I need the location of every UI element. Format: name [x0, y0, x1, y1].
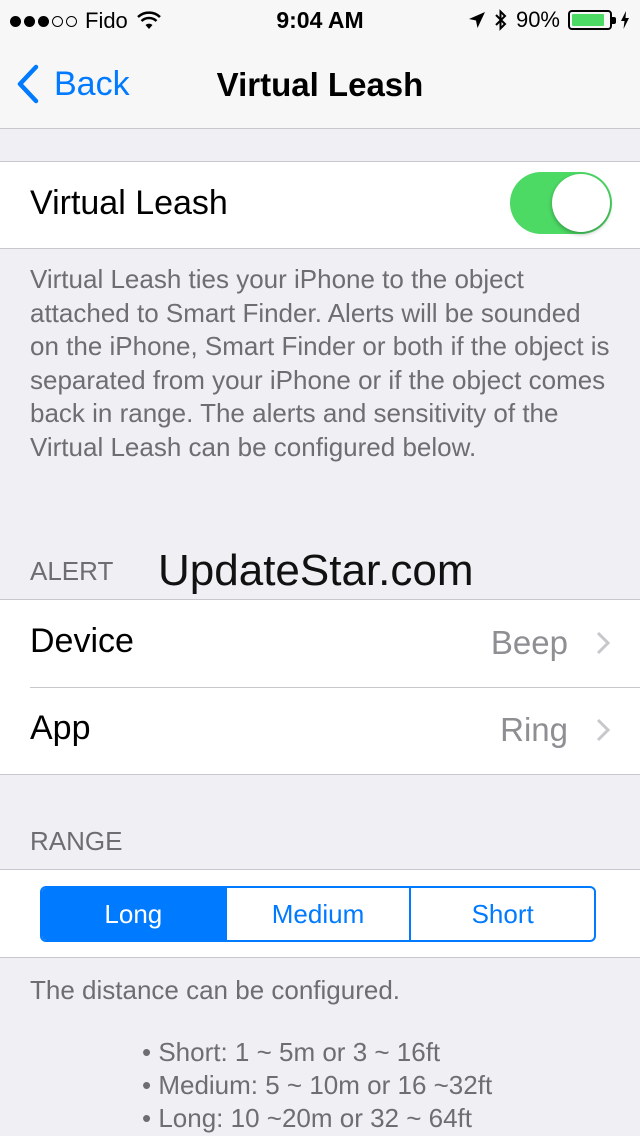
- app-value: Ring: [500, 711, 568, 748]
- device-label: Device: [30, 622, 134, 660]
- toggle-knob: [552, 174, 610, 232]
- range-bullet-long: • Long: 10 ~20m or 32 ~ 64ft: [142, 1103, 473, 1133]
- range-bullet-short: • Short: 1 ~ 5m or 3 ~ 16ft: [142, 1037, 441, 1067]
- virtual-leash-toggle[interactable]: [510, 172, 612, 234]
- virtual-leash-label: Virtual Leash: [30, 184, 228, 222]
- range-footer: The distance can be configured.: [30, 975, 401, 1005]
- segment-short[interactable]: Short: [409, 888, 594, 940]
- location-arrow-icon: [468, 12, 485, 28]
- alert-group: Device Beep App Ring: [0, 599, 640, 775]
- range-group: Long Medium Short: [0, 869, 640, 958]
- virtual-leash-description: Virtual Leash ties your iPhone to the ob…: [30, 264, 610, 462]
- battery-percent: 90%: [515, 7, 560, 32]
- chevron-right-icon: [596, 631, 610, 655]
- status-bar: Fido 9:04 AM 90%: [0, 0, 640, 40]
- range-segmented-control: Long Medium Short: [40, 886, 596, 942]
- segment-long[interactable]: Long: [42, 888, 225, 940]
- navigation-bar: Back Virtual Leash: [0, 40, 640, 129]
- app-label: App: [30, 709, 91, 747]
- alert-section-header: ALERT: [30, 556, 114, 586]
- range-bullet-medium: • Medium: 5 ~ 10m or 16 ~32ft: [142, 1070, 493, 1100]
- watermark-text: UpdateStar.com: [158, 546, 474, 595]
- virtual-leash-group: Virtual Leash: [0, 161, 640, 249]
- segment-medium[interactable]: Medium: [224, 888, 410, 940]
- chevron-right-icon: [596, 718, 610, 742]
- alert-row-device[interactable]: Device Beep: [0, 600, 640, 687]
- virtual-leash-row: Virtual Leash: [0, 162, 640, 248]
- range-bullet-list: • Short: 1 ~ 5m or 3 ~ 16ft • Medium: 5 …: [142, 1036, 492, 1135]
- bluetooth-icon: [495, 9, 507, 31]
- page-title: Virtual Leash: [216, 66, 424, 103]
- battery-icon: [568, 10, 616, 30]
- device-value: Beep: [490, 624, 568, 661]
- alert-row-app[interactable]: App Ring: [0, 687, 640, 774]
- charging-bolt-icon: [621, 11, 629, 29]
- range-section-header: RANGE: [30, 826, 123, 856]
- status-right: 90%: [468, 7, 630, 33]
